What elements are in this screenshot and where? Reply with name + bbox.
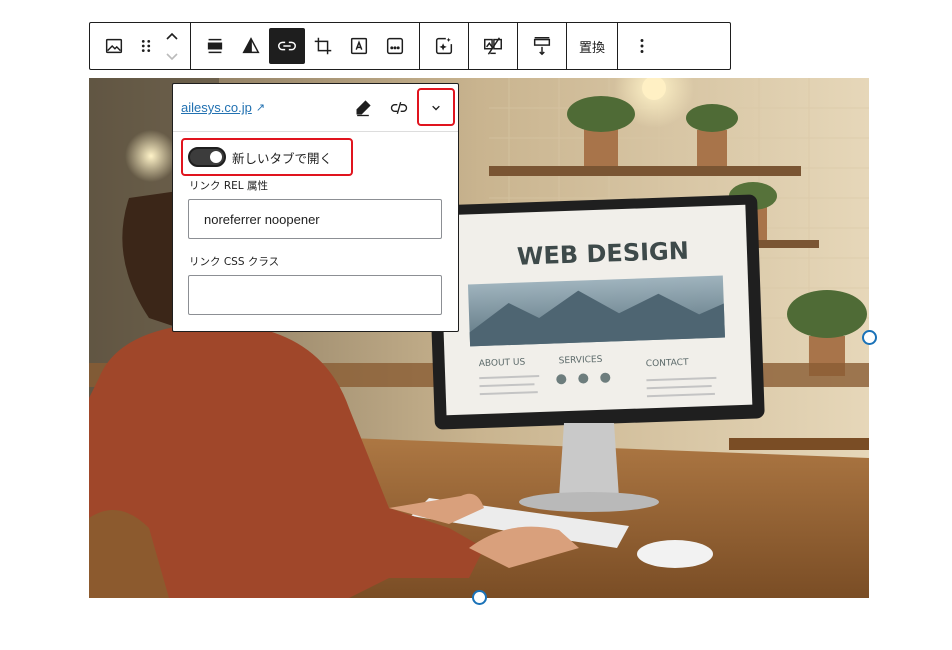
toolbar-group-options xyxy=(618,23,666,69)
link-icon[interactable] xyxy=(269,28,305,64)
ai-image-icon[interactable] xyxy=(426,28,462,64)
image-compare-icon[interactable] xyxy=(475,28,511,64)
open-in-new-tab-toggle[interactable] xyxy=(188,147,226,167)
link-popover-header: ailesys.co.jp ↗ xyxy=(173,84,458,132)
link-url[interactable]: ailesys.co.jp xyxy=(181,100,252,115)
external-link-icon: ↗ xyxy=(255,102,266,114)
image-block-icon[interactable] xyxy=(96,28,132,64)
toolbar-group-tools xyxy=(191,23,420,69)
block-toolbar: 置換 xyxy=(89,22,731,70)
link-popover: ailesys.co.jp ↗ 新しいタブで開く リンク REL 属性 nore… xyxy=(172,83,459,332)
screen-nav-contact: CONTACT xyxy=(646,358,690,370)
align-icon[interactable] xyxy=(197,28,233,64)
screen-nav-about: ABOUT US xyxy=(479,357,526,369)
move-down-icon[interactable] xyxy=(165,47,179,66)
rel-field[interactable]: noreferrer noopener xyxy=(188,199,442,239)
toolbar-group-dimension xyxy=(518,23,567,69)
toolbar-group-replace: 置換 xyxy=(567,23,619,69)
move-up-icon[interactable] xyxy=(165,26,179,45)
open-in-new-tab-row[interactable]: 新しいタブで開く xyxy=(181,138,353,176)
block-mover xyxy=(160,28,184,64)
resize-handle-bottom[interactable] xyxy=(472,590,487,605)
css-class-field[interactable] xyxy=(188,275,442,315)
duotone-icon[interactable] xyxy=(233,28,269,64)
screen-nav-services: SERVICES xyxy=(559,355,603,367)
drag-handle-icon[interactable] xyxy=(132,28,160,64)
screen-heading: WEB DESIGN xyxy=(517,237,690,271)
dimension-icon[interactable] xyxy=(524,28,560,64)
open-in-new-tab-label: 新しいタブで開く xyxy=(232,150,333,166)
unlink-button[interactable] xyxy=(383,92,415,124)
toolbar-group-compare xyxy=(469,23,518,69)
more-inline-icon[interactable] xyxy=(377,28,413,64)
crop-icon[interactable] xyxy=(305,28,341,64)
chevron-down-icon xyxy=(432,105,440,111)
css-field-label: リンク CSS クラス xyxy=(189,256,280,268)
rel-field-label: リンク REL 属性 xyxy=(189,180,268,192)
text-overlay-icon[interactable] xyxy=(341,28,377,64)
toolbar-group-ai xyxy=(420,23,469,69)
resize-handle-right[interactable] xyxy=(862,330,877,345)
replace-button[interactable]: 置換 xyxy=(573,28,611,64)
toolbar-group-block xyxy=(90,23,191,69)
pencil-icon xyxy=(356,100,371,117)
vertical-ellipsis-icon[interactable] xyxy=(624,28,660,64)
edit-link-button[interactable] xyxy=(347,92,379,124)
advanced-settings-toggle[interactable] xyxy=(417,88,455,126)
unlink-icon xyxy=(390,101,408,115)
